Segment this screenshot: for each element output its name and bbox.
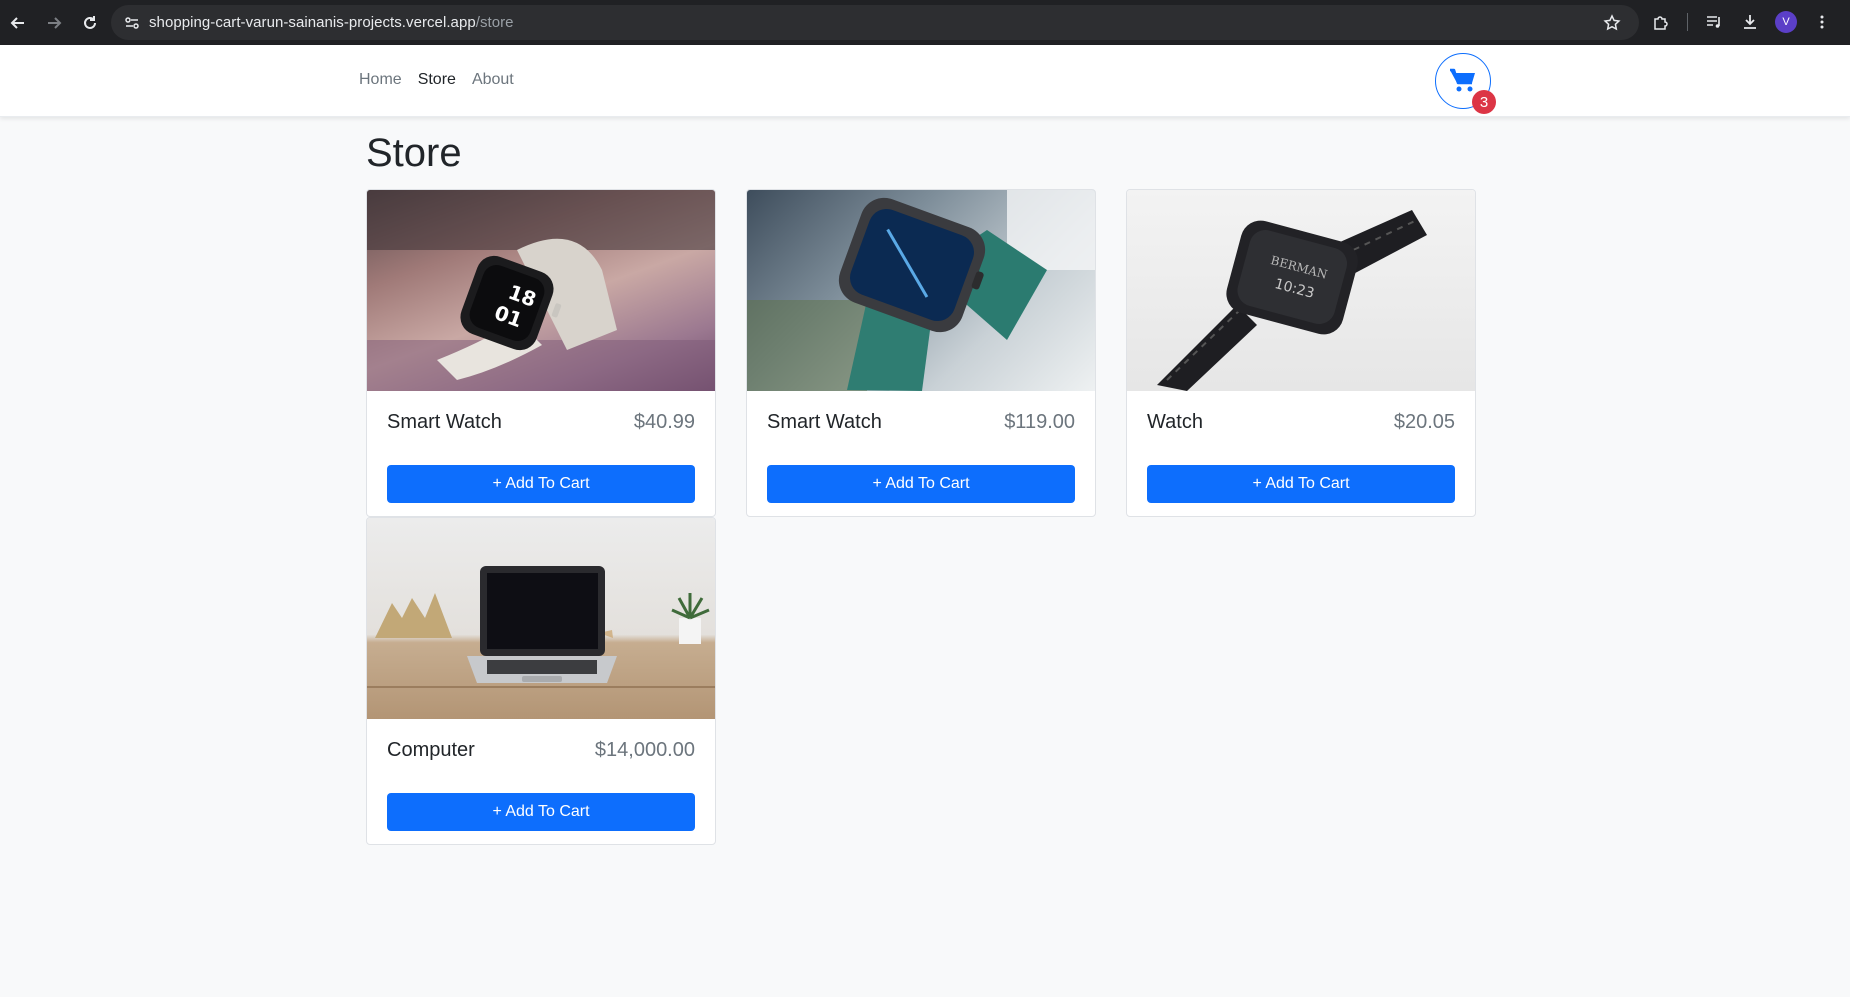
back-icon[interactable] bbox=[0, 5, 36, 41]
forward-icon[interactable] bbox=[36, 5, 72, 41]
product-price: $119.00 bbox=[1004, 411, 1075, 433]
download-icon[interactable] bbox=[1732, 4, 1768, 40]
cart-icon bbox=[1450, 68, 1475, 92]
extensions-icon[interactable] bbox=[1643, 4, 1679, 40]
product-name: Smart Watch bbox=[387, 411, 502, 433]
nav-link-store[interactable]: Store bbox=[418, 71, 456, 89]
url-path: /store bbox=[475, 14, 514, 31]
add-to-cart-button[interactable]: + Add To Cart bbox=[387, 465, 695, 503]
add-to-cart-button[interactable]: + Add To Cart bbox=[387, 793, 695, 831]
url-text: shopping-cart-varun-sainanis-projects.ve… bbox=[149, 14, 514, 31]
nav-links: Home Store About bbox=[359, 71, 514, 89]
site-navbar: Home Store About 3 bbox=[0, 45, 1850, 117]
product-name: Computer bbox=[387, 739, 475, 761]
reload-icon[interactable] bbox=[72, 5, 108, 41]
product-name: Smart Watch bbox=[767, 411, 882, 433]
bookmark-star-icon[interactable] bbox=[1597, 8, 1627, 38]
add-to-cart-button[interactable]: + Add To Cart bbox=[1147, 465, 1455, 503]
cart-count-badge: 3 bbox=[1472, 90, 1496, 114]
profile-button[interactable]: V bbox=[1768, 4, 1804, 40]
product-price: $20.05 bbox=[1393, 411, 1455, 433]
black-metal-watch-image: BERMAN 10:23 bbox=[1127, 190, 1475, 391]
product-name: Watch bbox=[1147, 411, 1203, 433]
page-title: Store bbox=[366, 131, 462, 175]
product-card: Computer $14,000.00 + Add To Cart bbox=[366, 517, 716, 845]
address-bar[interactable]: shopping-cart-varun-sainanis-projects.ve… bbox=[111, 5, 1639, 40]
toolbar-divider bbox=[1687, 13, 1688, 31]
product-card: BERMAN 10:23 Watch $20.05 + Add To Cart bbox=[1126, 189, 1476, 517]
nav-link-about[interactable]: About bbox=[472, 71, 514, 89]
product-price: $40.99 bbox=[633, 411, 695, 433]
laptop-on-desk-image bbox=[367, 518, 715, 719]
product-grid: 18 01 Smart Watch $40.99 + Add To Cart S… bbox=[366, 189, 1476, 845]
add-to-cart-button[interactable]: + Add To Cart bbox=[767, 465, 1075, 503]
browser-toolbar: shopping-cart-varun-sainanis-projects.ve… bbox=[0, 0, 1850, 45]
profile-avatar: V bbox=[1775, 11, 1797, 33]
white-smart-watch-image: 18 01 bbox=[367, 190, 715, 391]
media-controls-icon[interactable] bbox=[1696, 4, 1732, 40]
nav-link-home[interactable]: Home bbox=[359, 71, 402, 89]
product-card: Smart Watch $119.00 + Add To Cart bbox=[746, 189, 1096, 517]
url-host: shopping-cart-varun-sainanis-projects.ve… bbox=[149, 14, 476, 31]
product-price: $14,000.00 bbox=[594, 739, 695, 761]
green-strap-smart-watch-image bbox=[747, 190, 1095, 391]
more-menu-icon[interactable] bbox=[1804, 4, 1840, 40]
product-card: 18 01 Smart Watch $40.99 + Add To Cart bbox=[366, 189, 716, 517]
site-info-icon[interactable] bbox=[115, 6, 149, 40]
